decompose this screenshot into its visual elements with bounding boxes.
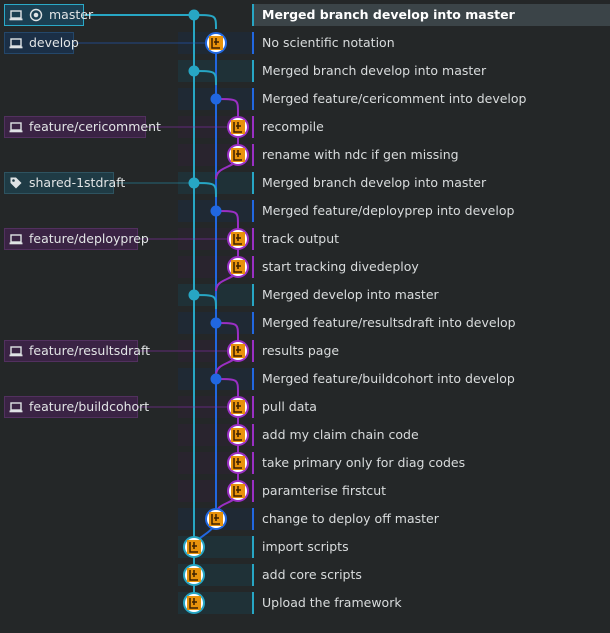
commit-message[interactable]: Merged branch develop into master: [262, 57, 486, 85]
feature-lane-line: [215, 98, 239, 180]
commit-message[interactable]: Merged branch develop into master: [262, 1, 515, 29]
author-avatar: [227, 116, 249, 138]
author-avatar: [183, 536, 205, 558]
ref-branch-feature-cericomment[interactable]: feature/cericomment: [4, 116, 161, 138]
author-avatar: [227, 340, 249, 362]
author-avatar: [183, 564, 205, 586]
author-avatar: [227, 424, 249, 446]
commit-message[interactable]: import scripts: [262, 533, 349, 561]
merge-node: [210, 373, 222, 385]
commit-message[interactable]: results page: [262, 337, 339, 365]
laptop-icon: [9, 8, 23, 22]
target-icon: [29, 8, 43, 22]
author-avatar: [205, 32, 227, 54]
ref-tag-shared-1stdraft[interactable]: shared-1stdraft: [4, 172, 125, 194]
ref-branch-develop[interactable]: develop: [4, 32, 79, 54]
ref-label: feature/cericomment: [29, 119, 161, 134]
ref-label: master: [49, 7, 94, 22]
commit-message[interactable]: recompile: [262, 113, 324, 141]
commit-message[interactable]: No scientific notation: [262, 29, 395, 57]
merge-node: [188, 289, 200, 301]
merge-node: [188, 177, 200, 189]
merge-node: [188, 9, 200, 21]
commit-message[interactable]: Merged feature/resultsdraft into develop: [262, 309, 516, 337]
author-avatar: [227, 396, 249, 418]
merge-node: [210, 317, 222, 329]
author-avatar: [227, 144, 249, 166]
commit-message[interactable]: add my claim chain code: [262, 421, 419, 449]
laptop-icon: [9, 232, 23, 246]
feature-lane-line: [215, 210, 239, 292]
tag-icon: [9, 176, 23, 190]
laptop-icon: [9, 344, 23, 358]
author-avatar: [227, 228, 249, 250]
author-avatar: [227, 256, 249, 278]
commit-message[interactable]: take primary only for diag codes: [262, 449, 465, 477]
commit-message[interactable]: Upload the framework: [262, 589, 402, 617]
commit-message[interactable]: track output: [262, 225, 339, 253]
commit-message[interactable]: Merged feature/deployprep into develop: [262, 197, 514, 225]
ref-label: feature/deployprep: [29, 231, 149, 246]
ref-label: develop: [29, 35, 79, 50]
commit-message[interactable]: change to deploy off master: [262, 505, 439, 533]
ref-branch-feature-buildcohort[interactable]: feature/buildcohort: [4, 396, 149, 418]
author-avatar: [183, 592, 205, 614]
laptop-icon: [9, 36, 23, 50]
laptop-icon: [9, 400, 23, 414]
commit-message[interactable]: rename with ndc if gen missing: [262, 141, 459, 169]
ref-label: shared-1stdraft: [29, 175, 126, 190]
merge-node: [210, 93, 222, 105]
merge-node: [210, 205, 222, 217]
author-avatar: [205, 508, 227, 530]
ref-branch-feature-resultsdraft[interactable]: feature/resultsdraft: [4, 340, 150, 362]
commit-message[interactable]: add core scripts: [262, 561, 362, 589]
merge-node: [188, 65, 200, 77]
ref-branch-master[interactable]: master: [4, 4, 93, 26]
ref-branch-feature-deployprep[interactable]: feature/deployprep: [4, 228, 149, 250]
commit-message[interactable]: Merged feature/buildcohort into develop: [262, 365, 515, 393]
commit-message[interactable]: Merged branch develop into master: [262, 169, 486, 197]
laptop-icon: [9, 120, 23, 134]
author-avatar: [227, 480, 249, 502]
commit-message[interactable]: start tracking divedeploy: [262, 253, 419, 281]
commit-message[interactable]: paramterise firstcut: [262, 477, 386, 505]
commit-message[interactable]: Merged feature/cericomment into develop: [262, 85, 527, 113]
ref-label: feature/buildcohort: [29, 399, 150, 414]
commit-message[interactable]: Merged develop into master: [262, 281, 439, 309]
author-avatar: [227, 452, 249, 474]
ref-label: feature/resultsdraft: [29, 343, 151, 358]
commit-message[interactable]: pull data: [262, 393, 317, 421]
